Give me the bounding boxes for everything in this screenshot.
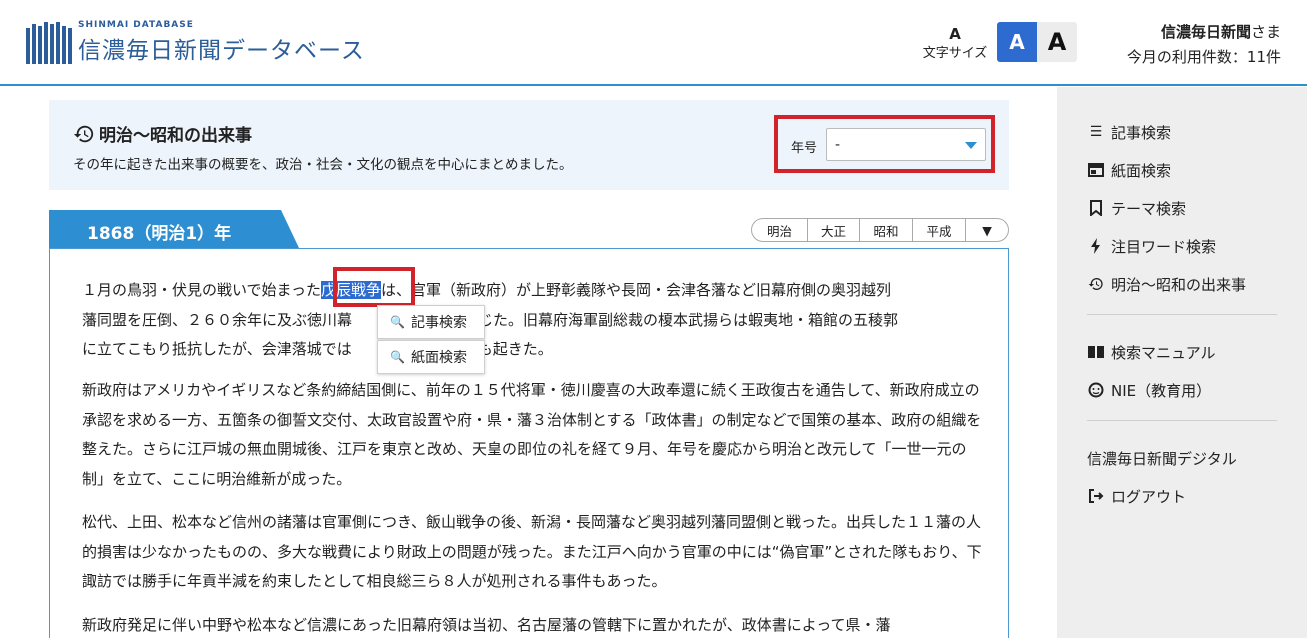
usage-count: 今月の利用件数：11件 bbox=[1126, 48, 1281, 66]
sidebar-divider bbox=[1087, 420, 1277, 421]
sidebar-item-label: NIE（教育用） bbox=[1111, 381, 1212, 400]
user-name: 信濃毎日新聞 bbox=[1160, 23, 1251, 41]
search-icon: 🔍 bbox=[390, 315, 405, 329]
era-nav-more[interactable]: ▼ bbox=[966, 219, 1008, 241]
paragraph-2: 新政府はアメリカやイギリスなど条約締結国側に、前年の１５代将軍・徳川慶喜の大政奉… bbox=[82, 381, 982, 488]
sidebar-item-label: 検索マニュアル bbox=[1111, 343, 1216, 362]
logo-subtitle: SHINMAI DATABASE bbox=[78, 20, 194, 30]
history-icon bbox=[1087, 276, 1105, 292]
era-nav-meiji[interactable]: 明治 bbox=[752, 219, 808, 241]
sidebar-item-label: ログアウト bbox=[1111, 487, 1187, 506]
sidebar-item-label: 注目ワード検索 bbox=[1111, 237, 1217, 256]
selected-text[interactable]: 戊辰戦争 bbox=[320, 281, 381, 299]
book-icon bbox=[1087, 345, 1105, 359]
paragraph-4: 新政府発足に伴い中野や松本など信濃にあった旧幕府領は当初、名古屋藩の管轄下に置か… bbox=[82, 616, 891, 634]
face-icon bbox=[1087, 382, 1105, 398]
era-nav: 明治 大正 昭和 平成 ▼ bbox=[751, 218, 1009, 242]
sidebar-item-keyword-search[interactable]: 注目ワード検索 bbox=[1057, 227, 1307, 265]
bolt-icon bbox=[1087, 238, 1105, 254]
sidebar-divider bbox=[1087, 314, 1277, 315]
paragraph-1-line-2b: は閉じた。旧幕府海軍副総裁の榎本武揚らは蝦夷地・箱館の五稜郭 bbox=[448, 310, 899, 329]
sidebar-item-label: 記事検索 bbox=[1111, 123, 1172, 142]
font-size-control: A 文字サイズ bbox=[920, 26, 990, 61]
font-size-small-button[interactable]: A bbox=[997, 22, 1037, 62]
sidebar-item-digital[interactable]: 信濃毎日新聞デジタル bbox=[1057, 439, 1307, 477]
logo-title: 信濃毎日新聞データベース bbox=[78, 38, 365, 64]
font-size-label: 文字サイズ bbox=[922, 46, 988, 61]
era-nav-heisei[interactable]: 平成 bbox=[913, 219, 966, 241]
era-select-highlight bbox=[774, 115, 995, 173]
paragraph-3: 松代、上田、松本など信州の諸藩は官軍側につき、飯山戦争の後、新潟・長岡藩など奥羽… bbox=[82, 513, 982, 590]
logo-bars-icon bbox=[26, 21, 72, 64]
logout-icon bbox=[1087, 488, 1105, 504]
font-size-icon: A bbox=[949, 25, 961, 43]
user-info: 信濃毎日新聞さま 今月の利用件数：11件 bbox=[1127, 20, 1281, 70]
list-icon: ☰ bbox=[1089, 124, 1103, 140]
sidebar-item-events[interactable]: 明治〜昭和の出来事 bbox=[1057, 265, 1307, 303]
popup-article-search-label: 記事検索 bbox=[410, 315, 467, 331]
sidebar-item-manual[interactable]: 検索マニュアル bbox=[1057, 333, 1307, 371]
sidebar-item-label: 紙面検索 bbox=[1111, 161, 1172, 180]
page-title: 明治〜昭和の出来事 bbox=[73, 121, 252, 146]
sidebar-item-label: テーマ検索 bbox=[1111, 199, 1187, 218]
sidebar-item-nie[interactable]: NIE（教育用） bbox=[1057, 371, 1307, 409]
paragraph-1-text-cont: は、官軍（新政府）が上野彰義隊や長岡・会津各藩など旧幕府側の奥羽越列 bbox=[380, 281, 891, 299]
font-size-large-button[interactable]: A bbox=[1037, 22, 1077, 62]
newspaper-icon bbox=[1087, 163, 1105, 177]
page-description: その年に起きた出来事の概要を、政治・社会・文化の観点を中心にまとめました。 bbox=[73, 157, 573, 173]
sidebar-item-logout[interactable]: ログアウト bbox=[1057, 477, 1307, 515]
sidebar-item-page-search[interactable]: 紙面検索 bbox=[1057, 151, 1307, 189]
paragraph-1-line-3a: に立てこもり抵抗したが、会津落城では bbox=[82, 340, 352, 358]
paragraph-1-text: １月の鳥羽・伏見の戦いで始まった bbox=[82, 281, 321, 299]
history-icon bbox=[73, 125, 94, 142]
paragraph-1: １月の鳥羽・伏見の戦いで始まった戊辰戦争は、官軍（新政府）が上野彰義隊や長岡・会… bbox=[82, 276, 982, 365]
sidebar-item-theme-search[interactable]: テーマ検索 bbox=[1057, 189, 1307, 227]
site-logo[interactable]: SHINMAI DATABASE 信濃毎日新聞データベース bbox=[26, 20, 365, 65]
paragraph-1-line-2a: 藩同盟を圧倒、２６０余年に及ぶ徳川幕 bbox=[82, 310, 353, 329]
popup-article-search[interactable]: 🔍 記事検索 bbox=[377, 305, 485, 339]
year-tab: 1868（明治1）年 bbox=[49, 210, 299, 248]
article-content: １月の鳥羽・伏見の戦いで始まった戊辰戦争は、官軍（新政府）が上野彰義隊や長岡・会… bbox=[49, 248, 1009, 638]
bookmark-icon bbox=[1087, 200, 1105, 216]
sidebar: ☰ 記事検索 紙面検索 テーマ検索 注目ワード検索 明治〜昭和の出来事 検索マニ… bbox=[1057, 87, 1307, 638]
page-title-text: 明治〜昭和の出来事 bbox=[99, 126, 252, 146]
popup-page-search[interactable]: 🔍 紙面検索 bbox=[377, 340, 485, 374]
user-suffix: さま bbox=[1250, 23, 1281, 41]
era-nav-showa[interactable]: 昭和 bbox=[860, 219, 913, 241]
sidebar-item-label: 明治〜昭和の出来事 bbox=[1111, 275, 1247, 294]
sidebar-item-article-search[interactable]: ☰ 記事検索 bbox=[1057, 113, 1307, 151]
year-tab-label: 1868（明治1）年 bbox=[87, 224, 232, 244]
search-icon: 🔍 bbox=[390, 350, 405, 364]
popup-page-search-label: 紙面検索 bbox=[410, 350, 467, 366]
header: SHINMAI DATABASE 信濃毎日新聞データベース A 文字サイズ A … bbox=[0, 0, 1307, 86]
era-nav-taisho[interactable]: 大正 bbox=[808, 219, 860, 241]
